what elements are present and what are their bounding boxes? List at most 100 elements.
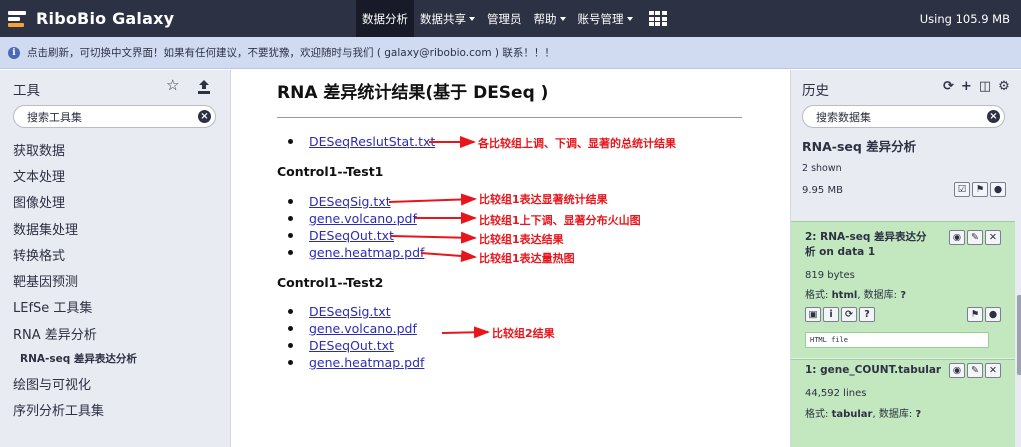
save-icon[interactable]: ▣	[805, 307, 821, 322]
dataset-title[interactable]: 2: RNA-seq 差异表达分析 on data 1	[805, 230, 933, 260]
summary-annotation: 各比较组上调、下调、显著的总统计结果	[478, 137, 676, 150]
top-navbar: RiboBio Galaxy 数据分析 数据共享 管理员 帮助 账号管理 Usi…	[0, 0, 1021, 37]
history-dataset-1[interactable]: 1: gene_COUNT.tabular ◉ ✎ ✕ 44,592 lines…	[791, 359, 1015, 447]
summary-file-link[interactable]: DESeqReslutStat.txt	[309, 134, 435, 149]
annotation-out-1: 比较组1表达结果	[479, 233, 564, 246]
eye-icon[interactable]: ◉	[949, 230, 965, 245]
section-title: Control1--Test1	[277, 164, 384, 179]
bullet	[288, 216, 293, 221]
format-label: 格式:	[805, 290, 829, 301]
nav-label: 数据分析	[362, 11, 408, 26]
tool-rna-seq-diff[interactable]: RNA-seq 差异表达分析	[13, 346, 223, 370]
message-banner: i 点击刷新，可切换中文界面！如果有任何建议，不要犹豫，欢迎随时与我们 ( ga…	[0, 37, 1021, 69]
nav-user[interactable]: 账号管理	[572, 0, 639, 37]
history-dataset-2[interactable]: 2: RNA-seq 差异表达分析 on data 1 ◉ ✎ ✕ 819 by…	[791, 221, 1015, 358]
main-nav: 数据分析 数据共享 管理员 帮助 账号管理	[356, 0, 673, 37]
scrollbar-thumb[interactable]	[1017, 295, 1021, 375]
pencil-icon[interactable]: ✎	[967, 363, 983, 378]
section-title: Control1--Test2	[277, 275, 384, 290]
question-icon[interactable]: ?	[859, 307, 875, 322]
nav-label: 帮助	[533, 11, 557, 26]
tool-section-sequence[interactable]: 序列分析工具集	[13, 397, 223, 423]
file-link-heatmap-2[interactable]: gene.heatmap.pdf	[309, 355, 424, 370]
tags-icon[interactable]: ⚑	[972, 182, 988, 197]
format-value: html	[831, 290, 858, 301]
dataset-actions: ◉ ✎ ✕	[949, 230, 1001, 245]
rerun-icon[interactable]: ⟳	[841, 307, 857, 322]
history-shown-count: 2 shown	[802, 163, 842, 174]
clear-icon[interactable]: ×	[198, 110, 211, 123]
db-label: 数据库:	[863, 290, 898, 301]
pencil-icon[interactable]: ✎	[967, 230, 983, 245]
format-label: 格式:	[805, 409, 829, 420]
refresh-icon[interactable]: ⟳	[943, 79, 954, 94]
tags-icon[interactable]: ⚑	[967, 307, 983, 322]
tool-section-convert[interactable]: 转换格式	[13, 241, 223, 267]
page-title: RNA 差异统计结果(基于 DESeq )	[277, 83, 549, 103]
history-name[interactable]: RNA-seq 差异分析	[802, 136, 916, 155]
tool-section-plot[interactable]: 绘图与可视化	[13, 370, 223, 396]
nav-label: 数据共享	[420, 11, 466, 26]
tool-section-list: 获取数据 文本处理 图像处理 数据集处理 转换格式 靶基因预测 LEfSe 工具…	[13, 136, 223, 423]
bullet	[288, 360, 293, 365]
history-toolbar: ⟳ + ◫ ⚙	[943, 79, 1010, 94]
dataset-tools: ▣ i ⟳ ?	[805, 307, 875, 322]
quota-usage: Using 105.9 MB	[919, 11, 1010, 26]
nav-admin[interactable]: 管理员	[481, 0, 528, 37]
nav-analyze-data[interactable]: 数据分析	[356, 0, 414, 37]
db-value: ?	[900, 290, 907, 301]
file-link-volcano-2[interactable]: gene.volcano.pdf	[309, 321, 417, 336]
file-link-out-1[interactable]: DESeqOut.txt	[309, 228, 394, 243]
tool-section-rna-diff[interactable]: RNA 差异分析	[13, 320, 223, 346]
file-link-heatmap-1[interactable]: gene.heatmap.pdf	[309, 245, 424, 260]
tool-section-lefse[interactable]: LEfSe 工具集	[13, 294, 223, 320]
nav-label: 账号管理	[577, 11, 624, 26]
file-link-sig-2[interactable]: DESeqSig.txt	[309, 304, 391, 319]
tool-search-input[interactable]: 搜索工具集 ×	[13, 105, 216, 128]
arrow	[388, 193, 477, 206]
dataset-annotation-tools: ⚑ ●	[967, 307, 1001, 322]
tool-section-text[interactable]: 文本处理	[13, 162, 223, 188]
tool-section-get-data[interactable]: 获取数据	[13, 136, 223, 162]
tool-section-target[interactable]: 靶基因预测	[13, 267, 223, 293]
dataset-format-line: 格式: tabular, 数据库: ?	[805, 405, 921, 420]
tool-section-image[interactable]: 图像处理	[13, 189, 223, 215]
eye-icon[interactable]: ◉	[949, 363, 965, 378]
clear-icon[interactable]: ×	[987, 110, 1000, 123]
gear-icon[interactable]: ⚙	[998, 79, 1010, 94]
tool-section-dataset[interactable]: 数据集处理	[13, 215, 223, 241]
arrow	[390, 231, 477, 244]
dataset-title[interactable]: 1: gene_COUNT.tabular	[805, 363, 945, 378]
tool-panel: 工具 ☆ 搜索工具集 × 获取数据 文本处理 图像处理 数据集处理 转换格式 靶…	[0, 70, 231, 447]
file-link-volcano-1[interactable]: gene.volcano.pdf	[309, 211, 417, 226]
file-link-sig-1[interactable]: DESeqSig.txt	[309, 194, 391, 209]
history-actions: ☑ ⚑ ●	[954, 182, 1006, 197]
file-link-out-2[interactable]: DESeqOut.txt	[309, 338, 394, 353]
comment-icon[interactable]: ●	[990, 182, 1006, 197]
tool-search-placeholder: 搜索工具集	[27, 110, 82, 124]
nav-label: 管理员	[487, 11, 522, 26]
upload-icon[interactable]	[197, 79, 211, 95]
history-scrollbar[interactable]	[1017, 221, 1021, 447]
history-panel: 历史 ⟳ + ◫ ⚙ 搜索数据集 × RNA-seq 差异分析 2 shown …	[790, 70, 1021, 447]
star-icon[interactable]: ☆	[166, 76, 179, 94]
nav-scratchbook[interactable]	[639, 0, 673, 37]
annotation-volcano-1: 比较组1上下调、显著分布火山图	[479, 214, 641, 227]
tool-panel-title: 工具	[13, 83, 40, 99]
brand[interactable]: RiboBio Galaxy	[8, 0, 174, 37]
info-circle-icon[interactable]: i	[823, 307, 839, 322]
columns-icon[interactable]: ◫	[979, 79, 991, 94]
dataset-search-input[interactable]: 搜索数据集 ×	[802, 105, 1005, 128]
nav-help[interactable]: 帮助	[528, 0, 572, 37]
bullet	[288, 309, 293, 314]
delete-icon[interactable]: ✕	[985, 230, 1001, 245]
plus-icon[interactable]: +	[961, 79, 972, 94]
delete-icon[interactable]: ✕	[985, 363, 1001, 378]
nav-shared-data[interactable]: 数据共享	[414, 0, 481, 37]
checkbox-icon[interactable]: ☑	[954, 182, 970, 197]
brand-name: RiboBio Galaxy	[36, 9, 175, 28]
bullet	[288, 139, 293, 144]
dataset-actions: ◉ ✎ ✕	[949, 363, 1001, 378]
comment-icon[interactable]: ●	[985, 307, 1001, 322]
center-panel: RNA 差异统计结果(基于 DESeq ) DESeqReslutStat.tx…	[232, 70, 789, 447]
